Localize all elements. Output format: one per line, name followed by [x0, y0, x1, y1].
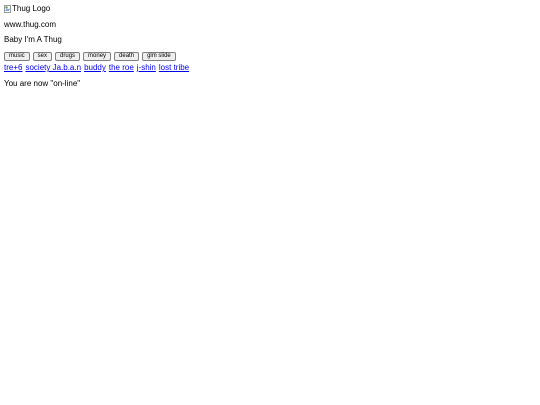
- link-j-shin[interactable]: j-shin: [137, 63, 156, 73]
- link-buddy[interactable]: buddy: [84, 63, 106, 73]
- site-logo: Thug Logo: [4, 4, 536, 14]
- tag-button-glm-slide[interactable]: glm slide: [142, 52, 176, 61]
- link-tre6[interactable]: tre+6: [4, 63, 22, 73]
- tag-button-row: music sex drugs money death glm slide: [4, 51, 536, 62]
- page: Thug Logo www.thug.com Baby I'm A Thug m…: [4, 4, 536, 89]
- tagline: Baby I'm A Thug: [4, 35, 62, 44]
- online-status-text: You are now "on-line": [4, 79, 81, 88]
- tag-button-drugs[interactable]: drugs: [55, 52, 81, 61]
- link-row: tre+6 society Ja.b.a.n buddy the roe j-s…: [4, 63, 536, 73]
- link-society-jaban[interactable]: society Ja.b.a.n: [25, 63, 81, 73]
- logo-alt-text: Thug Logo: [12, 4, 51, 13]
- broken-image-icon: [4, 5, 11, 13]
- link-lost-tribe[interactable]: lost tribe: [159, 63, 189, 73]
- tag-button-money[interactable]: money: [83, 52, 112, 61]
- tag-button-music[interactable]: music: [4, 52, 30, 61]
- tag-button-sex[interactable]: sex: [32, 52, 53, 61]
- site-url: www.thug.com: [4, 20, 57, 29]
- link-the-roe[interactable]: the roe: [109, 63, 134, 73]
- tag-button-death[interactable]: death: [114, 52, 140, 61]
